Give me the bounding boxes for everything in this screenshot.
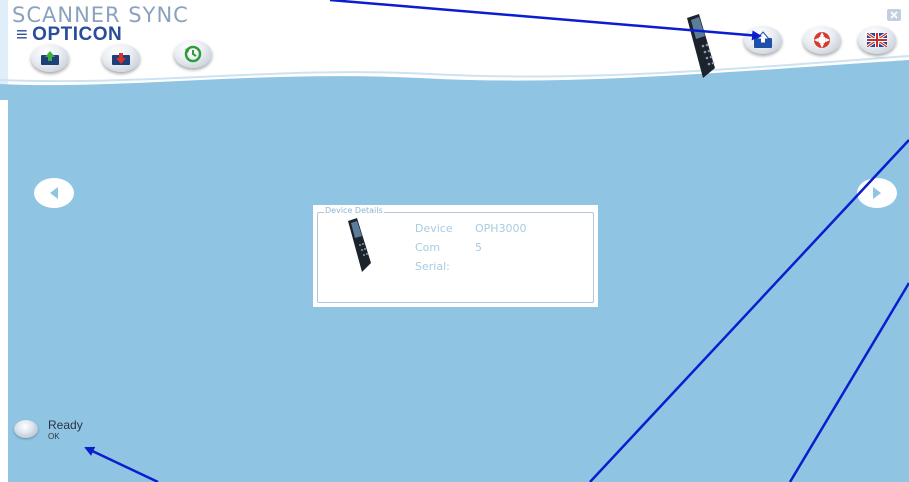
close-icon	[890, 11, 898, 19]
device-value: OPH3000	[475, 222, 527, 235]
upload-to-scanner-button[interactable]	[31, 44, 69, 72]
green-up-arrow-icon	[41, 51, 59, 65]
chevron-right-icon	[873, 187, 881, 199]
app-window: SCANNER SYNC ≡ OPTICON Device Details De…	[0, 0, 909, 482]
language-button[interactable]	[858, 26, 896, 54]
device-details-card[interactable]: Device Details Device OPH3000 Com 5 Seri…	[313, 205, 598, 307]
export-button[interactable]	[744, 26, 782, 54]
brand-name: OPTICON	[32, 24, 123, 45]
brand-logo: ≡ OPTICON	[16, 24, 122, 46]
com-label: Com	[415, 241, 441, 254]
green-clock-refresh-icon	[184, 45, 202, 63]
status-ring-icon	[14, 420, 38, 438]
device-label: Device	[415, 222, 453, 235]
status-text: Ready	[48, 418, 83, 432]
blue-export-icon	[754, 31, 772, 48]
next-device-button[interactable]	[857, 178, 897, 208]
device-thumbnail-icon	[348, 218, 371, 272]
lifebuoy-icon	[814, 32, 830, 48]
close-button[interactable]	[887, 9, 901, 21]
serial-label: Serial:	[415, 260, 450, 273]
red-down-arrow-icon	[112, 53, 130, 65]
sync-history-button[interactable]	[174, 40, 212, 68]
previous-device-button[interactable]	[34, 178, 74, 208]
scanner-device-icon	[687, 14, 715, 78]
com-value: 5	[475, 241, 482, 254]
help-button[interactable]	[803, 26, 841, 54]
menu-lines-icon[interactable]: ≡	[16, 25, 28, 45]
download-from-scanner-button[interactable]	[102, 44, 140, 72]
header: SCANNER SYNC ≡ OPTICON	[0, 0, 909, 100]
status-subtext: OK	[48, 432, 60, 441]
device-details-legend: Device Details	[324, 206, 384, 215]
uk-flag-icon	[867, 33, 887, 47]
chevron-left-icon	[50, 187, 58, 199]
device-details-group: Device Details Device OPH3000 Com 5 Seri…	[317, 206, 594, 303]
